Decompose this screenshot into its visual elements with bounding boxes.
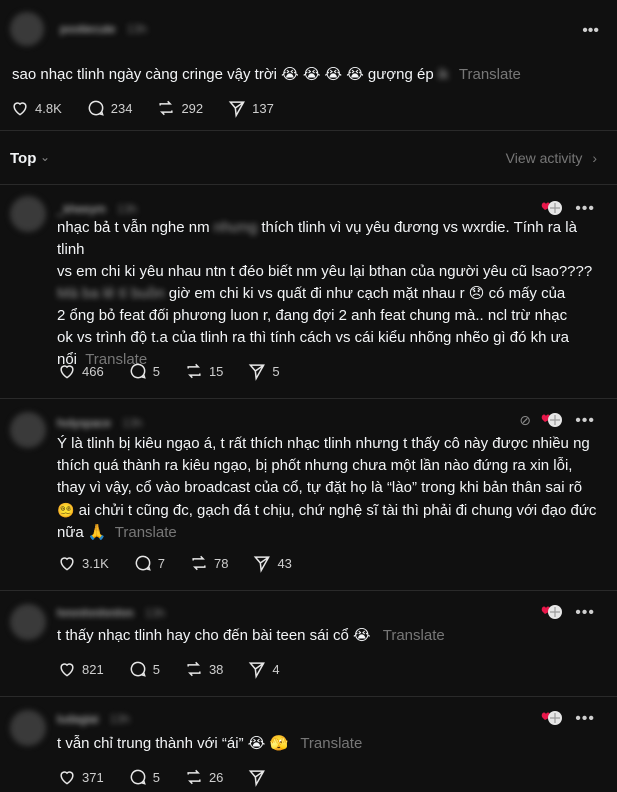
comment-count: 234 [110, 100, 133, 116]
comment-button[interactable]: 5 [128, 361, 160, 381]
heart-icon [60, 771, 74, 785]
heart-icon [60, 557, 74, 571]
reply-username[interactable]: ludagiai 13h [57, 712, 130, 726]
heart-sticker-icon [539, 604, 563, 622]
view-activity-link[interactable]: View activity › [506, 150, 597, 166]
reply-item: ludagiai 13h ••• t vẫn chỉ trung thành v… [0, 696, 617, 792]
send-icon [254, 556, 271, 573]
like-count: 4.8K [35, 100, 62, 116]
reply-actions: 466 5 15 5 [57, 361, 280, 381]
send-icon [249, 770, 266, 787]
chevron-right-icon: › [592, 150, 597, 166]
chevron-down-icon[interactable]: ⌄ [40, 150, 50, 164]
more-icon[interactable]: ••• [582, 22, 599, 40]
reply-actions: 3.1K 7 78 43 [57, 553, 292, 573]
reply-text: Ý là tlinh bị kiêu ngạo á, t rất thích n… [57, 435, 597, 541]
more-icon[interactable]: ••• [575, 412, 595, 430]
like-button[interactable]: 466 [57, 361, 104, 381]
reply-item: hmmhmhmhm 13h ••• t thấy nhạc tlinh hay … [0, 590, 617, 696]
translate-link[interactable]: Translate [383, 627, 445, 644]
send-icon [228, 101, 246, 118]
heart-icon [60, 365, 74, 379]
repost-icon [159, 100, 174, 116]
comment-icon [130, 769, 146, 785]
heart-sticker-icon [539, 412, 563, 430]
post-text: sao nhạc tlinh ngày càng cringe vậy trời… [12, 66, 521, 83]
comment-button[interactable]: 7 [133, 553, 165, 573]
avatar[interactable] [10, 710, 46, 746]
heart-icon [60, 663, 74, 677]
repost-button[interactable]: 26 [184, 767, 223, 787]
share-button[interactable]: 137 [227, 98, 274, 118]
comment-button[interactable]: 5 [128, 767, 160, 787]
heart-icon [13, 102, 27, 116]
share-count: 137 [252, 100, 274, 116]
disabled-icon: ⊘ [519, 412, 531, 428]
repost-button[interactable]: 38 [184, 659, 223, 679]
translate-link[interactable]: Translate [115, 524, 177, 541]
avatar[interactable] [10, 412, 46, 448]
reply-username[interactable]: holyspace 13h [57, 416, 142, 430]
like-button[interactable]: 821 [57, 659, 104, 679]
like-button[interactable]: 371 [57, 767, 104, 787]
reply-text: t vẫn chỉ trung thành với “ái” 😭 🫣 Trans… [57, 735, 363, 752]
repost-icon [187, 363, 201, 379]
avatar[interactable] [10, 604, 46, 640]
sort-dropdown[interactable]: Top [10, 150, 36, 167]
post-username[interactable]: pootiecute 13h [60, 22, 147, 36]
repost-icon [187, 769, 201, 785]
reply-actions: 821 5 38 4 [57, 659, 280, 679]
share-button[interactable]: 43 [252, 553, 292, 573]
repost-button[interactable]: 292 [156, 98, 203, 118]
reply-username[interactable]: hmmhmhmhm 13h [57, 606, 165, 620]
share-button[interactable]: 5 [247, 361, 280, 381]
avatar[interactable] [10, 12, 44, 46]
like-button[interactable]: 4.8K [10, 98, 62, 118]
comment-icon [135, 555, 151, 571]
send-icon [249, 364, 266, 381]
reply-text: t thấy nhạc tlinh hay cho đến bài teen s… [57, 627, 445, 644]
heart-sticker-icon [539, 710, 563, 728]
more-icon[interactable]: ••• [575, 200, 595, 218]
reply-actions: 371 5 26 [57, 767, 272, 787]
repost-icon [187, 661, 201, 677]
avatar[interactable] [10, 196, 46, 232]
reply-text: nhạc bả t vẫn nghe nm nhưng thích tlinh … [57, 219, 593, 368]
comment-button[interactable]: 234 [86, 98, 133, 118]
translate-link[interactable]: Translate [459, 66, 521, 83]
reply-item: _kheeym 13h ••• nhạc bả t vẫn nghe nm nh… [0, 184, 617, 398]
like-button[interactable]: 3.1K [57, 553, 109, 573]
share-button[interactable]: 4 [247, 659, 280, 679]
share-button[interactable] [247, 767, 272, 787]
repost-button[interactable]: 78 [189, 553, 228, 573]
reply-username[interactable]: _kheeym 13h [57, 202, 137, 216]
comment-icon [88, 100, 104, 116]
more-icon[interactable]: ••• [575, 710, 595, 728]
repost-icon [192, 555, 206, 571]
dizzy-face-emoji: 😵‍💫 [57, 502, 75, 518]
post-actions: 4.8K 234 292 137 [10, 98, 274, 118]
sort-bar: Top ⌄ View activity › [0, 130, 617, 184]
translate-link[interactable]: Translate [300, 735, 362, 752]
reply-item: holyspace 13h ⊘ ••• Ý là tlinh bị kiêu n… [0, 398, 617, 590]
send-icon [249, 662, 266, 679]
heart-sticker-icon [539, 200, 563, 218]
repost-button[interactable]: 15 [184, 361, 223, 381]
repost-count: 292 [181, 100, 204, 116]
comment-icon [130, 363, 146, 379]
more-icon[interactable]: ••• [575, 604, 595, 622]
comment-button[interactable]: 5 [128, 659, 160, 679]
comment-icon [130, 661, 146, 677]
